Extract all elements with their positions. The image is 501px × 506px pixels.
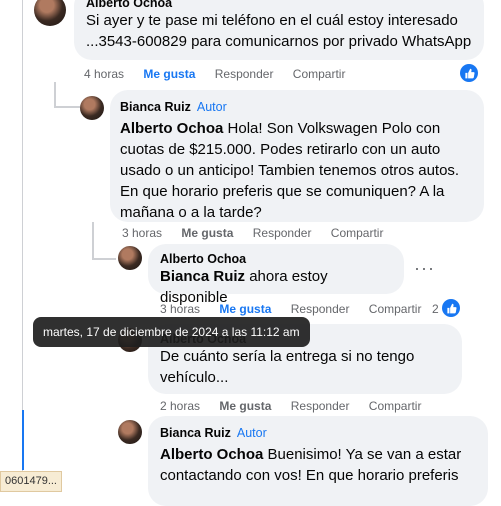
comment-text-line: usado o un anticipo! Tambien tenemos otr… [120, 162, 460, 179]
comment-actions: 3 horas Me gusta Responder Compartir [122, 226, 399, 240]
share-button[interactable]: Compartir [293, 67, 346, 81]
comment-author[interactable]: Alberto Ochoa [160, 252, 392, 266]
mention-link[interactable]: Alberto Ochoa [160, 446, 263, 463]
like-button[interactable]: Me gusta [219, 399, 271, 413]
like-button[interactable]: Me gusta [219, 302, 271, 316]
comment-text-line: contactando con vos! En que horario pref… [160, 467, 459, 484]
avatar[interactable] [118, 420, 142, 444]
comment-text-line: En que horario preferis que se comunique… [120, 183, 445, 200]
like-reaction-icon[interactable] [460, 64, 478, 82]
comment-text-line: Alberto Ochoa Buenisimo! Ya se van a est… [160, 444, 476, 465]
comment-bubble: Bianca Ruiz Autor Alberto Ochoa Buenisimo… [148, 416, 488, 506]
author-badge: Autor [196, 100, 227, 114]
comment-bubble: Bianca Ruiz Autor Alberto Ochoa Hola! Son… [110, 90, 484, 222]
thread-line [92, 222, 94, 258]
comment-actions: 3 horas Me gusta Responder Compartir [160, 302, 437, 316]
comment-actions: 2 horas Me gusta Responder Compartir [160, 399, 437, 413]
avatar[interactable] [118, 246, 142, 270]
comment-time[interactable]: 4 horas [84, 67, 124, 81]
left-panel-highlight [22, 410, 24, 470]
comment-author[interactable]: Alberto Ochoa [86, 0, 472, 10]
reply-button[interactable]: Responder [291, 302, 350, 316]
more-options-icon[interactable]: ··· [414, 258, 435, 279]
comment-author[interactable]: Bianca Ruiz [160, 426, 231, 440]
comment-text-line: ...3543-600829 para comunicarnos por pri… [86, 33, 472, 50]
timestamp-tooltip: martes, 17 de diciembre de 2024 a las 11… [33, 317, 310, 347]
comment-bubble: Alberto Ochoa Bianca Ruiz ahora estoy di… [148, 244, 404, 306]
comment-header: Bianca Ruiz Autor [120, 98, 474, 116]
author-badge: Autor [236, 426, 267, 440]
comment-text-line: Alberto Ochoa Hola! Son Volkswagen Polo … [120, 118, 474, 139]
like-reaction-icon[interactable] [442, 299, 460, 317]
comment-text-line: De cuánto sería la entrega si no tengo [160, 348, 415, 365]
thread-line [54, 82, 56, 106]
reaction-count[interactable]: 2 [432, 302, 439, 316]
thread-line [92, 258, 116, 260]
comment-text-line: Si ayer y te pase mi teléfono en el cuál… [86, 12, 458, 29]
share-button[interactable]: Compartir [331, 226, 384, 240]
comment-time[interactable]: 3 horas [160, 302, 200, 316]
comment-text-line: cuotas de $215.000. Podes retirarlo con … [120, 141, 441, 158]
reply-button[interactable]: Responder [253, 226, 312, 240]
share-button[interactable]: Compartir [369, 399, 422, 413]
mention-link[interactable]: Alberto Ochoa [120, 120, 223, 137]
like-button[interactable]: Me gusta [143, 67, 195, 81]
comment-actions: 4 horas Me gusta Responder Compartir [84, 67, 361, 81]
avatar[interactable] [34, 0, 66, 26]
comment-time[interactable]: 3 horas [122, 226, 162, 240]
thread-line [54, 106, 80, 108]
comment-text-line: mañana o a la tarde? [120, 204, 262, 221]
like-button[interactable]: Me gusta [181, 226, 233, 240]
status-url-chip: 0601479... [0, 471, 62, 492]
mention-link[interactable]: Bianca Ruiz [160, 268, 245, 285]
comment-bubble: Alberto Ochoa Si ayer y te pase mi teléf… [74, 0, 484, 60]
comment-author[interactable]: Bianca Ruiz [120, 100, 191, 114]
reply-button[interactable]: Responder [291, 399, 350, 413]
comment-text-fragment: Buenisimo! Ya se van a estar [263, 446, 462, 463]
comment-text-fragment: Hola! Son Volkswagen Polo con [223, 120, 441, 137]
comment-text-line: vehículo... [160, 369, 229, 386]
share-button[interactable]: Compartir [369, 302, 422, 316]
comment-header: Bianca Ruiz Autor [160, 424, 476, 442]
comment-time[interactable]: 2 horas [160, 399, 200, 413]
reply-button[interactable]: Responder [215, 67, 274, 81]
avatar[interactable] [80, 96, 104, 120]
